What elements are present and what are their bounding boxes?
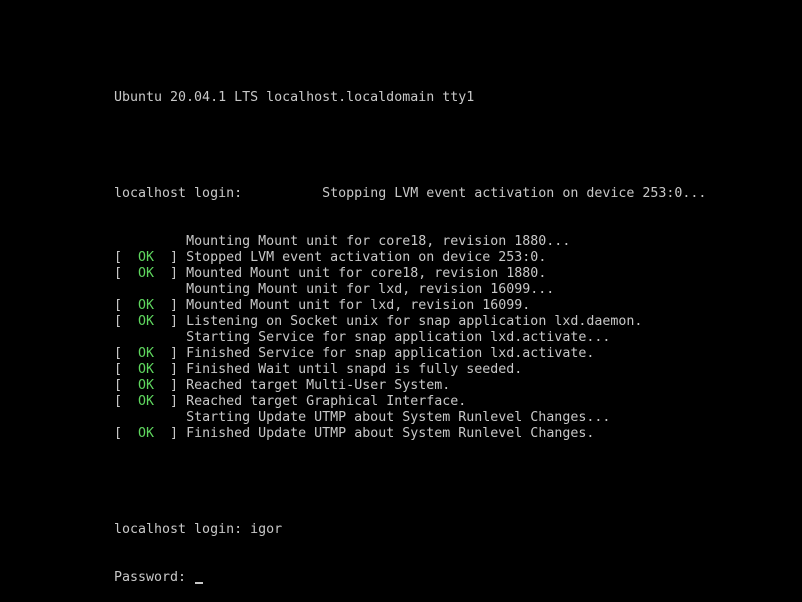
- boot-message: Stopping LVM event activation on device …: [322, 186, 707, 201]
- boot-message: Finished Wait until snapd is fully seede…: [186, 362, 523, 377]
- boot-message: Starting Update UTMP about System Runlev…: [186, 410, 611, 425]
- status-bracket: [: [114, 394, 139, 409]
- boot-log-line: Starting Service for snap application lx…: [114, 330, 794, 346]
- boot-message: Reached target Multi-User System.: [186, 378, 451, 393]
- password-line: Password:: [114, 570, 794, 586]
- status-ok: OK: [138, 298, 155, 313]
- status-ok: OK: [138, 394, 155, 409]
- system-banner: Ubuntu 20.04.1 LTS localhost.localdomain…: [114, 90, 475, 105]
- boot-message: Stopped LVM event activation on device 2…: [186, 250, 547, 265]
- status-bracket: [: [114, 378, 139, 393]
- status-bracket: ]: [154, 298, 187, 313]
- password-prompt: Password:: [114, 570, 187, 585]
- text-cursor[interactable]: [195, 582, 204, 584]
- status-ok: OK: [138, 250, 155, 265]
- banner-line: Ubuntu 20.04.1 LTS localhost.localdomain…: [114, 90, 794, 106]
- status-bracket: [: [114, 362, 139, 377]
- status-bracket: ]: [154, 250, 187, 265]
- status-bracket: [: [114, 298, 139, 313]
- boot-log-line: [ OK ] Reached target Graphical Interfac…: [114, 394, 794, 410]
- boot-log-line: Mounting Mount unit for core18, revision…: [114, 234, 794, 250]
- status-ok: OK: [138, 378, 155, 393]
- username-input[interactable]: igor: [250, 522, 282, 537]
- boot-log-line: [ OK ] Finished Service for snap applica…: [114, 346, 794, 362]
- status-bracket: [: [114, 346, 139, 361]
- status-bracket: ]: [154, 346, 187, 361]
- boot-message: Finished Update UTMP about System Runlev…: [186, 426, 595, 441]
- login-prompt: localhost login:: [114, 522, 243, 537]
- boot-log-line: [ OK ] Finished Wait until snapd is full…: [114, 362, 794, 378]
- boot-message: Listening on Socket unix for snap applic…: [186, 314, 643, 329]
- boot-log-line: [ OK ] Finished Update UTMP about System…: [114, 426, 794, 442]
- status-bracket: ]: [154, 362, 187, 377]
- boot-message: Reached target Graphical Interface.: [186, 394, 467, 409]
- boot-log-line: Starting Update UTMP about System Runlev…: [114, 410, 794, 426]
- boot-message: Starting Service for snap application lx…: [186, 330, 611, 345]
- status-bracket: ]: [154, 426, 187, 441]
- status-bracket: ]: [154, 314, 187, 329]
- boot-message: Mounting Mount unit for core18, revision…: [186, 234, 571, 249]
- status-bracket: ]: [154, 266, 187, 281]
- boot-log-line: [ OK ] Mounted Mount unit for core18, re…: [114, 266, 794, 282]
- status-bracket: [: [114, 250, 139, 265]
- boot-message: Mounting Mount unit for lxd, revision 16…: [186, 282, 555, 297]
- login-prompt-label: localhost login:: [114, 186, 243, 201]
- boot-message: Mounted Mount unit for lxd, revision 160…: [186, 298, 531, 313]
- status-bracket: [: [114, 426, 139, 441]
- login-line: localhost login: igor: [114, 522, 794, 538]
- boot-log-line: [ OK ] Listening on Socket unix for snap…: [114, 314, 794, 330]
- status-bracket: ]: [154, 394, 187, 409]
- boot-log: Mounting Mount unit for core18, revision…: [114, 234, 794, 442]
- status-ok: OK: [138, 426, 155, 441]
- status-bracket: ]: [154, 378, 187, 393]
- boot-log-line: Mounting Mount unit for lxd, revision 16…: [114, 282, 794, 298]
- status-ok: OK: [138, 266, 155, 281]
- status-ok: OK: [138, 362, 155, 377]
- boot-message: Mounted Mount unit for core18, revision …: [186, 266, 547, 281]
- status-bracket: [: [114, 266, 139, 281]
- status-bracket: [: [114, 314, 139, 329]
- tty-console[interactable]: Ubuntu 20.04.1 LTS localhost.localdomain…: [114, 58, 794, 602]
- first-login-line: localhost login: Stopping LVM event acti…: [114, 186, 794, 202]
- status-ok: OK: [138, 346, 155, 361]
- status-ok: OK: [138, 314, 155, 329]
- boot-log-line: [ OK ] Stopped LVM event activation on d…: [114, 250, 794, 266]
- boot-message: Finished Service for snap application lx…: [186, 346, 595, 361]
- boot-log-line: [ OK ] Mounted Mount unit for lxd, revis…: [114, 298, 794, 314]
- boot-log-line: [ OK ] Reached target Multi-User System.: [114, 378, 794, 394]
